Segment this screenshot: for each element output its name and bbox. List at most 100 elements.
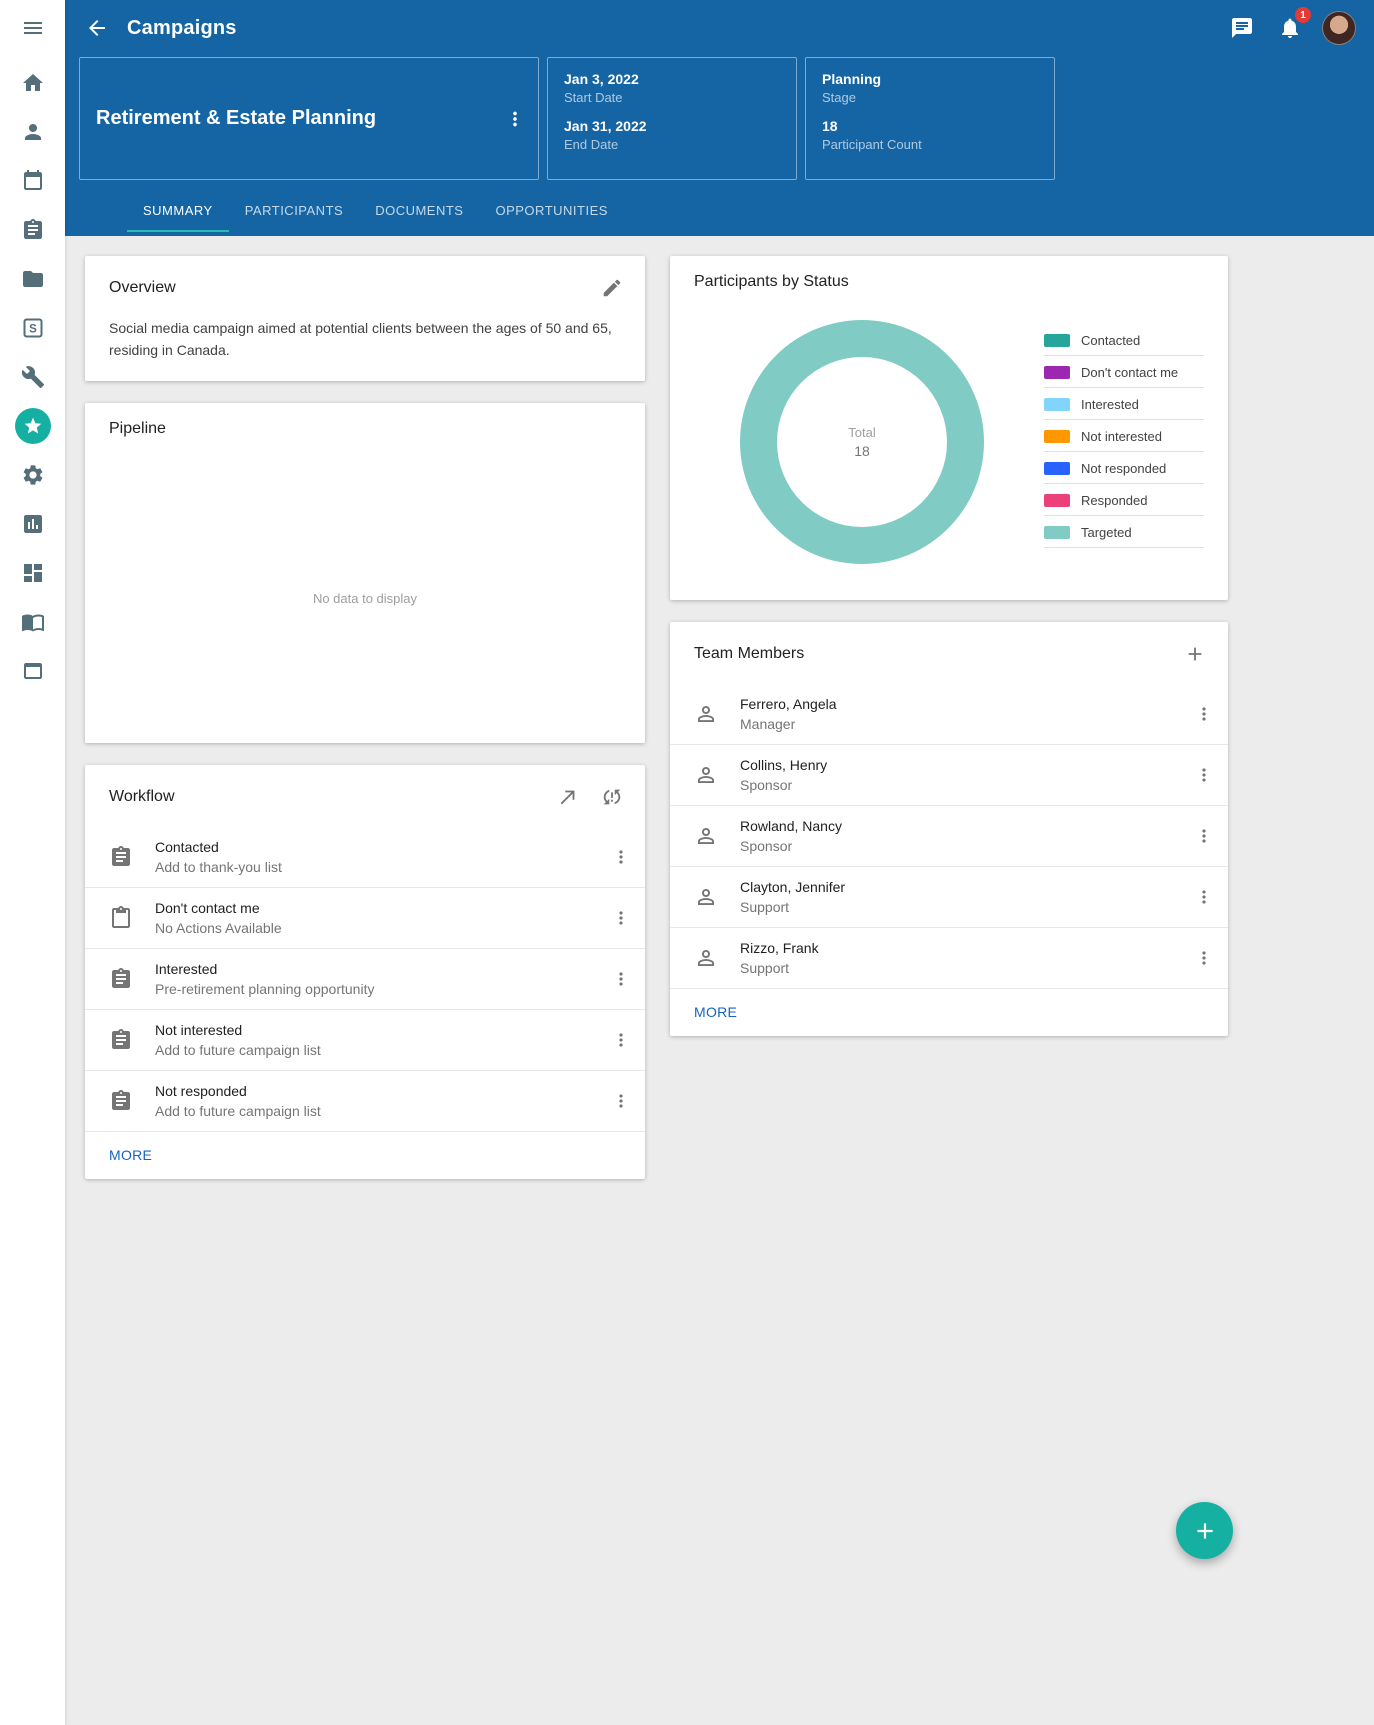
workflow-row: Interested Pre-retirement planning oppor… bbox=[85, 949, 645, 1010]
team-members-more-button[interactable]: MORE bbox=[670, 989, 761, 1036]
legend-item[interactable]: Not responded bbox=[1044, 452, 1204, 484]
row-kebab-icon[interactable] bbox=[607, 904, 635, 932]
donut-ring[interactable]: Total 18 bbox=[740, 320, 984, 564]
workflow-row: Not interested Add to future campaign li… bbox=[85, 1010, 645, 1071]
s-square-icon[interactable]: S bbox=[13, 308, 53, 348]
open-in-new-arrow-icon[interactable] bbox=[553, 782, 583, 812]
legend-item[interactable]: Interested bbox=[1044, 388, 1204, 420]
legend-swatch bbox=[1044, 526, 1070, 539]
row-kebab-icon[interactable] bbox=[1190, 761, 1218, 789]
team-member-row: Clayton, Jennifer Support bbox=[670, 867, 1228, 928]
team-members-title: Team Members bbox=[694, 645, 804, 663]
legend-item[interactable]: Responded bbox=[1044, 484, 1204, 516]
row-kebab-icon[interactable] bbox=[607, 1087, 635, 1115]
team-members-card: Team Members Ferrero, Angela Manager bbox=[670, 622, 1228, 1036]
campaign-menu-kebab-icon[interactable] bbox=[500, 104, 530, 134]
workflow-card: Workflow Contacted Add to thank-you lis bbox=[85, 765, 645, 1179]
overview-card: Overview Social media campaign aimed at … bbox=[85, 256, 645, 381]
person-icon[interactable] bbox=[13, 112, 53, 152]
workflow-row: Contacted Add to thank-you list bbox=[85, 827, 645, 888]
wrench-icon[interactable] bbox=[13, 357, 53, 397]
person-outline-icon bbox=[694, 824, 718, 848]
participants-by-status-title: Participants by Status bbox=[694, 273, 849, 291]
member-name: Ferrero, Angela bbox=[740, 696, 1190, 712]
workflow-action: Add to future campaign list bbox=[155, 1042, 607, 1058]
legend-item[interactable]: Not interested bbox=[1044, 420, 1204, 452]
workflow-more-button[interactable]: MORE bbox=[85, 1132, 176, 1179]
team-member-row: Rizzo, Frank Support bbox=[670, 928, 1228, 989]
person-outline-icon bbox=[694, 946, 718, 970]
edit-pencil-icon[interactable] bbox=[597, 273, 627, 303]
workflow-row: Don't contact me No Actions Available bbox=[85, 888, 645, 949]
bar-chart-icon[interactable] bbox=[13, 504, 53, 544]
star-campaigns-icon bbox=[15, 408, 51, 444]
calendar-icon[interactable] bbox=[13, 161, 53, 201]
member-name: Clayton, Jennifer bbox=[740, 879, 1190, 895]
tasks-clipboard-icon[interactable] bbox=[13, 210, 53, 250]
person-outline-icon bbox=[694, 885, 718, 909]
tab-participants[interactable]: PARTICIPANTS bbox=[229, 191, 359, 232]
member-name: Rowland, Nancy bbox=[740, 818, 1190, 834]
home-icon[interactable] bbox=[13, 63, 53, 103]
row-kebab-icon[interactable] bbox=[1190, 944, 1218, 972]
tab-opportunities[interactable]: OPPORTUNITIES bbox=[479, 191, 623, 232]
top-bar: Campaigns 1 bbox=[65, 0, 1374, 56]
tab-documents[interactable]: DOCUMENTS bbox=[359, 191, 479, 232]
legend-label: Not interested bbox=[1081, 429, 1162, 444]
member-role: Sponsor bbox=[740, 777, 1190, 793]
workflow-status: Don't contact me bbox=[155, 900, 607, 916]
add-fab[interactable] bbox=[1176, 1502, 1233, 1559]
sync-problem-icon[interactable] bbox=[597, 782, 627, 812]
campaign-title-box: Retirement & Estate Planning bbox=[79, 57, 539, 180]
row-kebab-icon[interactable] bbox=[1190, 822, 1218, 850]
add-team-member-plus-icon[interactable] bbox=[1180, 639, 1210, 669]
legend-label: Targeted bbox=[1081, 525, 1132, 540]
row-kebab-icon[interactable] bbox=[1190, 700, 1218, 728]
start-date-value: Jan 3, 2022 bbox=[564, 71, 780, 87]
legend-label: Don't contact me bbox=[1081, 365, 1178, 380]
legend-swatch bbox=[1044, 462, 1070, 475]
tab-bar: SUMMARY PARTICIPANTS DOCUMENTS OPPORTUNI… bbox=[65, 191, 1374, 232]
member-role: Support bbox=[740, 899, 1190, 915]
row-kebab-icon[interactable] bbox=[607, 1026, 635, 1054]
legend-swatch bbox=[1044, 366, 1070, 379]
legend-item[interactable]: Targeted bbox=[1044, 516, 1204, 548]
legend-label: Interested bbox=[1081, 397, 1139, 412]
back-arrow-icon[interactable] bbox=[81, 12, 113, 44]
row-kebab-icon[interactable] bbox=[607, 843, 635, 871]
gear-icon[interactable] bbox=[13, 455, 53, 495]
app-header: Campaigns 1 Retirement & Estate Planning… bbox=[65, 0, 1374, 236]
main-content: Overview Social media campaign aimed at … bbox=[65, 236, 1374, 1201]
participant-count-value: 18 bbox=[822, 118, 1038, 134]
legend-swatch bbox=[1044, 430, 1070, 443]
book-icon[interactable] bbox=[13, 602, 53, 642]
row-kebab-icon[interactable] bbox=[607, 965, 635, 993]
team-member-row: Ferrero, Angela Manager bbox=[670, 684, 1228, 745]
chat-icon[interactable] bbox=[1226, 12, 1258, 44]
person-outline-icon bbox=[694, 702, 718, 726]
member-role: Manager bbox=[740, 716, 1190, 732]
sidebar-item-campaigns[interactable] bbox=[13, 406, 53, 446]
workflow-action: Pre-retirement planning opportunity bbox=[155, 981, 607, 997]
page-title: Campaigns bbox=[127, 17, 237, 40]
menu-icon[interactable] bbox=[13, 8, 53, 48]
workflow-row: Not responded Add to future campaign lis… bbox=[85, 1071, 645, 1132]
legend-item[interactable]: Contacted bbox=[1044, 324, 1204, 356]
legend-label: Responded bbox=[1081, 493, 1148, 508]
row-kebab-icon[interactable] bbox=[1190, 883, 1218, 911]
assignment-icon bbox=[109, 1089, 133, 1113]
legend-swatch bbox=[1044, 494, 1070, 507]
legend-item[interactable]: Don't contact me bbox=[1044, 356, 1204, 388]
avatar[interactable] bbox=[1322, 11, 1356, 45]
folder-icon[interactable] bbox=[13, 259, 53, 299]
start-date-label: Start Date bbox=[564, 90, 780, 105]
workflow-title: Workflow bbox=[109, 788, 175, 806]
tab-summary[interactable]: SUMMARY bbox=[127, 191, 229, 232]
workflow-status: Not interested bbox=[155, 1022, 607, 1038]
dashboard-icon[interactable] bbox=[13, 553, 53, 593]
sidebar: S bbox=[0, 0, 65, 1725]
browser-window-icon[interactable] bbox=[13, 651, 53, 691]
campaign-stage-box: Planning Stage 18 Participant Count bbox=[805, 57, 1055, 180]
pipeline-card: Pipeline No data to display bbox=[85, 403, 645, 743]
pipeline-empty-text: No data to display bbox=[85, 453, 645, 743]
